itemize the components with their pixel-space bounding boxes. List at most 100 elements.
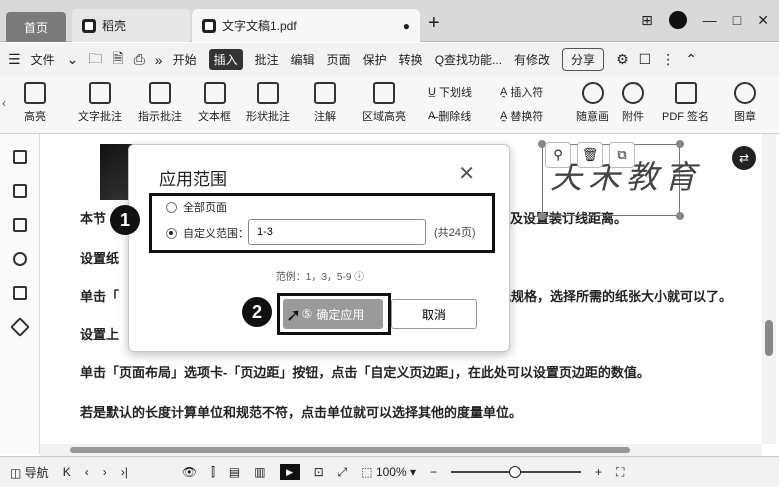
- menu-start[interactable]: 开始: [173, 51, 197, 68]
- radio-custom-range[interactable]: 自定义范围：: [166, 225, 249, 241]
- fit-width-icon[interactable]: ⤢: [338, 465, 348, 480]
- textbox-button[interactable]: 文本框: [198, 82, 231, 124]
- annotation-button[interactable]: 注解: [314, 82, 336, 124]
- shape-comment-button[interactable]: 形状批注: [246, 82, 290, 124]
- replace-mark-button[interactable]: A̰ 替换符: [500, 108, 543, 124]
- zoom-knob[interactable]: [509, 466, 522, 478]
- fullscreen-icon[interactable]: ⛶: [616, 465, 624, 480]
- eye-icon[interactable]: 👁: [182, 465, 197, 479]
- delete-icon[interactable]: 🗑: [577, 142, 603, 168]
- print-icon[interactable]: ⎙: [134, 51, 145, 68]
- stamp-label: 图章: [734, 111, 756, 123]
- zoom-out-button[interactable]: −: [430, 465, 437, 479]
- minimize-button[interactable]: —: [703, 12, 717, 28]
- tab-daoke[interactable]: 稻壳: [72, 9, 190, 42]
- radio-all-icon[interactable]: [166, 201, 177, 213]
- radio-all-pages[interactable]: 全部页面: [166, 199, 227, 215]
- chevron-down-icon[interactable]: ⌄: [67, 51, 79, 68]
- single-page-icon[interactable]: ▤: [229, 465, 240, 479]
- insert-mark-button[interactable]: A̭ 插入符: [500, 84, 543, 100]
- unsaved-status: 有修改: [514, 53, 551, 67]
- pin-icon[interactable]: ⚲: [545, 142, 571, 168]
- text-comment-label: 文字批注: [78, 111, 122, 123]
- attachment-button[interactable]: 附件: [622, 82, 644, 124]
- play-icon[interactable]: ▶: [279, 464, 300, 480]
- chat-icon[interactable]: ☐: [639, 51, 652, 68]
- textbox-label: 文本框: [198, 111, 231, 123]
- tab-home[interactable]: 首页: [6, 12, 66, 42]
- image-icon[interactable]: [13, 184, 27, 198]
- horizontal-scrollbar[interactable]: [40, 444, 762, 456]
- search-function[interactable]: Q查找功能...: [435, 51, 502, 68]
- translate-icon[interactable]: ⇄: [732, 146, 756, 170]
- strikethrough-button[interactable]: A̶ 删除线: [428, 108, 471, 124]
- zoom-slider[interactable]: [451, 466, 582, 478]
- open-folder-icon[interactable]: 🗀: [88, 48, 102, 72]
- save-icon[interactable]: 🗎: [112, 48, 123, 72]
- area-highlight-label: 区域高亮: [362, 111, 406, 123]
- prev-page-icon[interactable]: ‹: [85, 465, 89, 479]
- collapse-icon[interactable]: ⌃: [685, 51, 697, 68]
- zoom-in-button[interactable]: +: [595, 465, 602, 479]
- more-vert-icon[interactable]: ⋮: [661, 51, 675, 68]
- share-button[interactable]: 分享: [562, 48, 605, 71]
- hamburger-icon[interactable]: ☰: [8, 51, 21, 68]
- text-comment-button[interactable]: 文字批注: [78, 82, 122, 124]
- tab-home-label: 首页: [23, 20, 48, 35]
- maximize-button[interactable]: □: [733, 12, 741, 28]
- menu-convert[interactable]: 转换: [399, 51, 423, 68]
- insert-mark-label: 插入符: [510, 87, 544, 99]
- more-icon[interactable]: »: [155, 52, 163, 68]
- stamp-icon: [734, 82, 756, 104]
- menu-page[interactable]: 页面: [327, 51, 351, 68]
- area-highlight-button[interactable]: 区域高亮: [362, 82, 406, 124]
- vertical-scroll-thumb[interactable]: [765, 320, 773, 356]
- help-icon[interactable]: ⓘ: [354, 272, 364, 283]
- horizontal-scroll-thumb[interactable]: [70, 447, 630, 453]
- copy-icon[interactable]: ⧉: [609, 142, 635, 168]
- sign-pen-icon[interactable]: [13, 286, 27, 300]
- page-fit-icon[interactable]: ⫿: [211, 465, 215, 480]
- radio-custom-icon[interactable]: [166, 227, 177, 239]
- new-tab-button[interactable]: +: [428, 13, 440, 33]
- layers-icon[interactable]: [10, 317, 30, 337]
- menu-insert[interactable]: 插入: [208, 49, 243, 70]
- range-input[interactable]: [248, 219, 426, 245]
- cancel-button[interactable]: 取消: [391, 299, 477, 329]
- resize-handle[interactable]: [538, 212, 546, 220]
- confirm-icon: ⑤: [301, 307, 313, 321]
- pdf-sign-icon: [674, 82, 697, 104]
- close-icon[interactable]: ✕: [458, 161, 475, 186]
- last-page-icon[interactable]: ›|: [121, 465, 128, 479]
- menu-protect[interactable]: 保护: [363, 51, 387, 68]
- close-button[interactable]: ✕: [757, 12, 769, 29]
- vertical-scrollbar[interactable]: [762, 134, 776, 444]
- underline-button[interactable]: U̲ 下划线: [428, 84, 472, 100]
- pointer-comment-button[interactable]: 指示批注: [138, 82, 182, 124]
- confirm-label: 确定应用: [316, 307, 365, 322]
- resize-handle[interactable]: [676, 212, 684, 220]
- freehand-button[interactable]: 随意画: [576, 82, 609, 124]
- nav-toggle[interactable]: ◫ 导航: [10, 464, 49, 481]
- bookmark-icon[interactable]: [13, 150, 27, 164]
- grid-icon[interactable]: ⊞: [641, 12, 653, 29]
- tab-document[interactable]: 文字文稿1.pdf ●: [192, 9, 420, 42]
- resize-handle[interactable]: [676, 140, 684, 148]
- avatar[interactable]: [668, 11, 687, 29]
- stamp-button[interactable]: 图章: [734, 82, 756, 124]
- menu-comment[interactable]: 批注: [255, 51, 279, 68]
- pdf-sign-button[interactable]: PDF 签名: [662, 82, 709, 124]
- settings-icon[interactable]: ⚙: [616, 51, 629, 68]
- apply-range-dialog: 应用范围 ✕ 全部页面 自定义范围： (共24页) 范例：1，3，5-9 ⓘ ⑤…: [128, 144, 510, 352]
- ribbon-left-arrow-icon[interactable]: ‹: [2, 96, 6, 110]
- next-page-icon[interactable]: ›: [103, 465, 107, 479]
- highlight-button[interactable]: 高亮: [24, 82, 46, 124]
- zoom-level[interactable]: ⬚ 100% ▾: [361, 465, 416, 479]
- menu-file[interactable]: 文件: [31, 51, 55, 68]
- first-page-icon[interactable]: K: [63, 465, 71, 479]
- paperclip-icon[interactable]: [13, 252, 27, 266]
- comment-icon[interactable]: [13, 218, 27, 232]
- menu-edit[interactable]: 编辑: [291, 51, 315, 68]
- actual-size-icon[interactable]: ⊡: [314, 465, 324, 479]
- double-page-icon[interactable]: ▥: [254, 465, 265, 479]
